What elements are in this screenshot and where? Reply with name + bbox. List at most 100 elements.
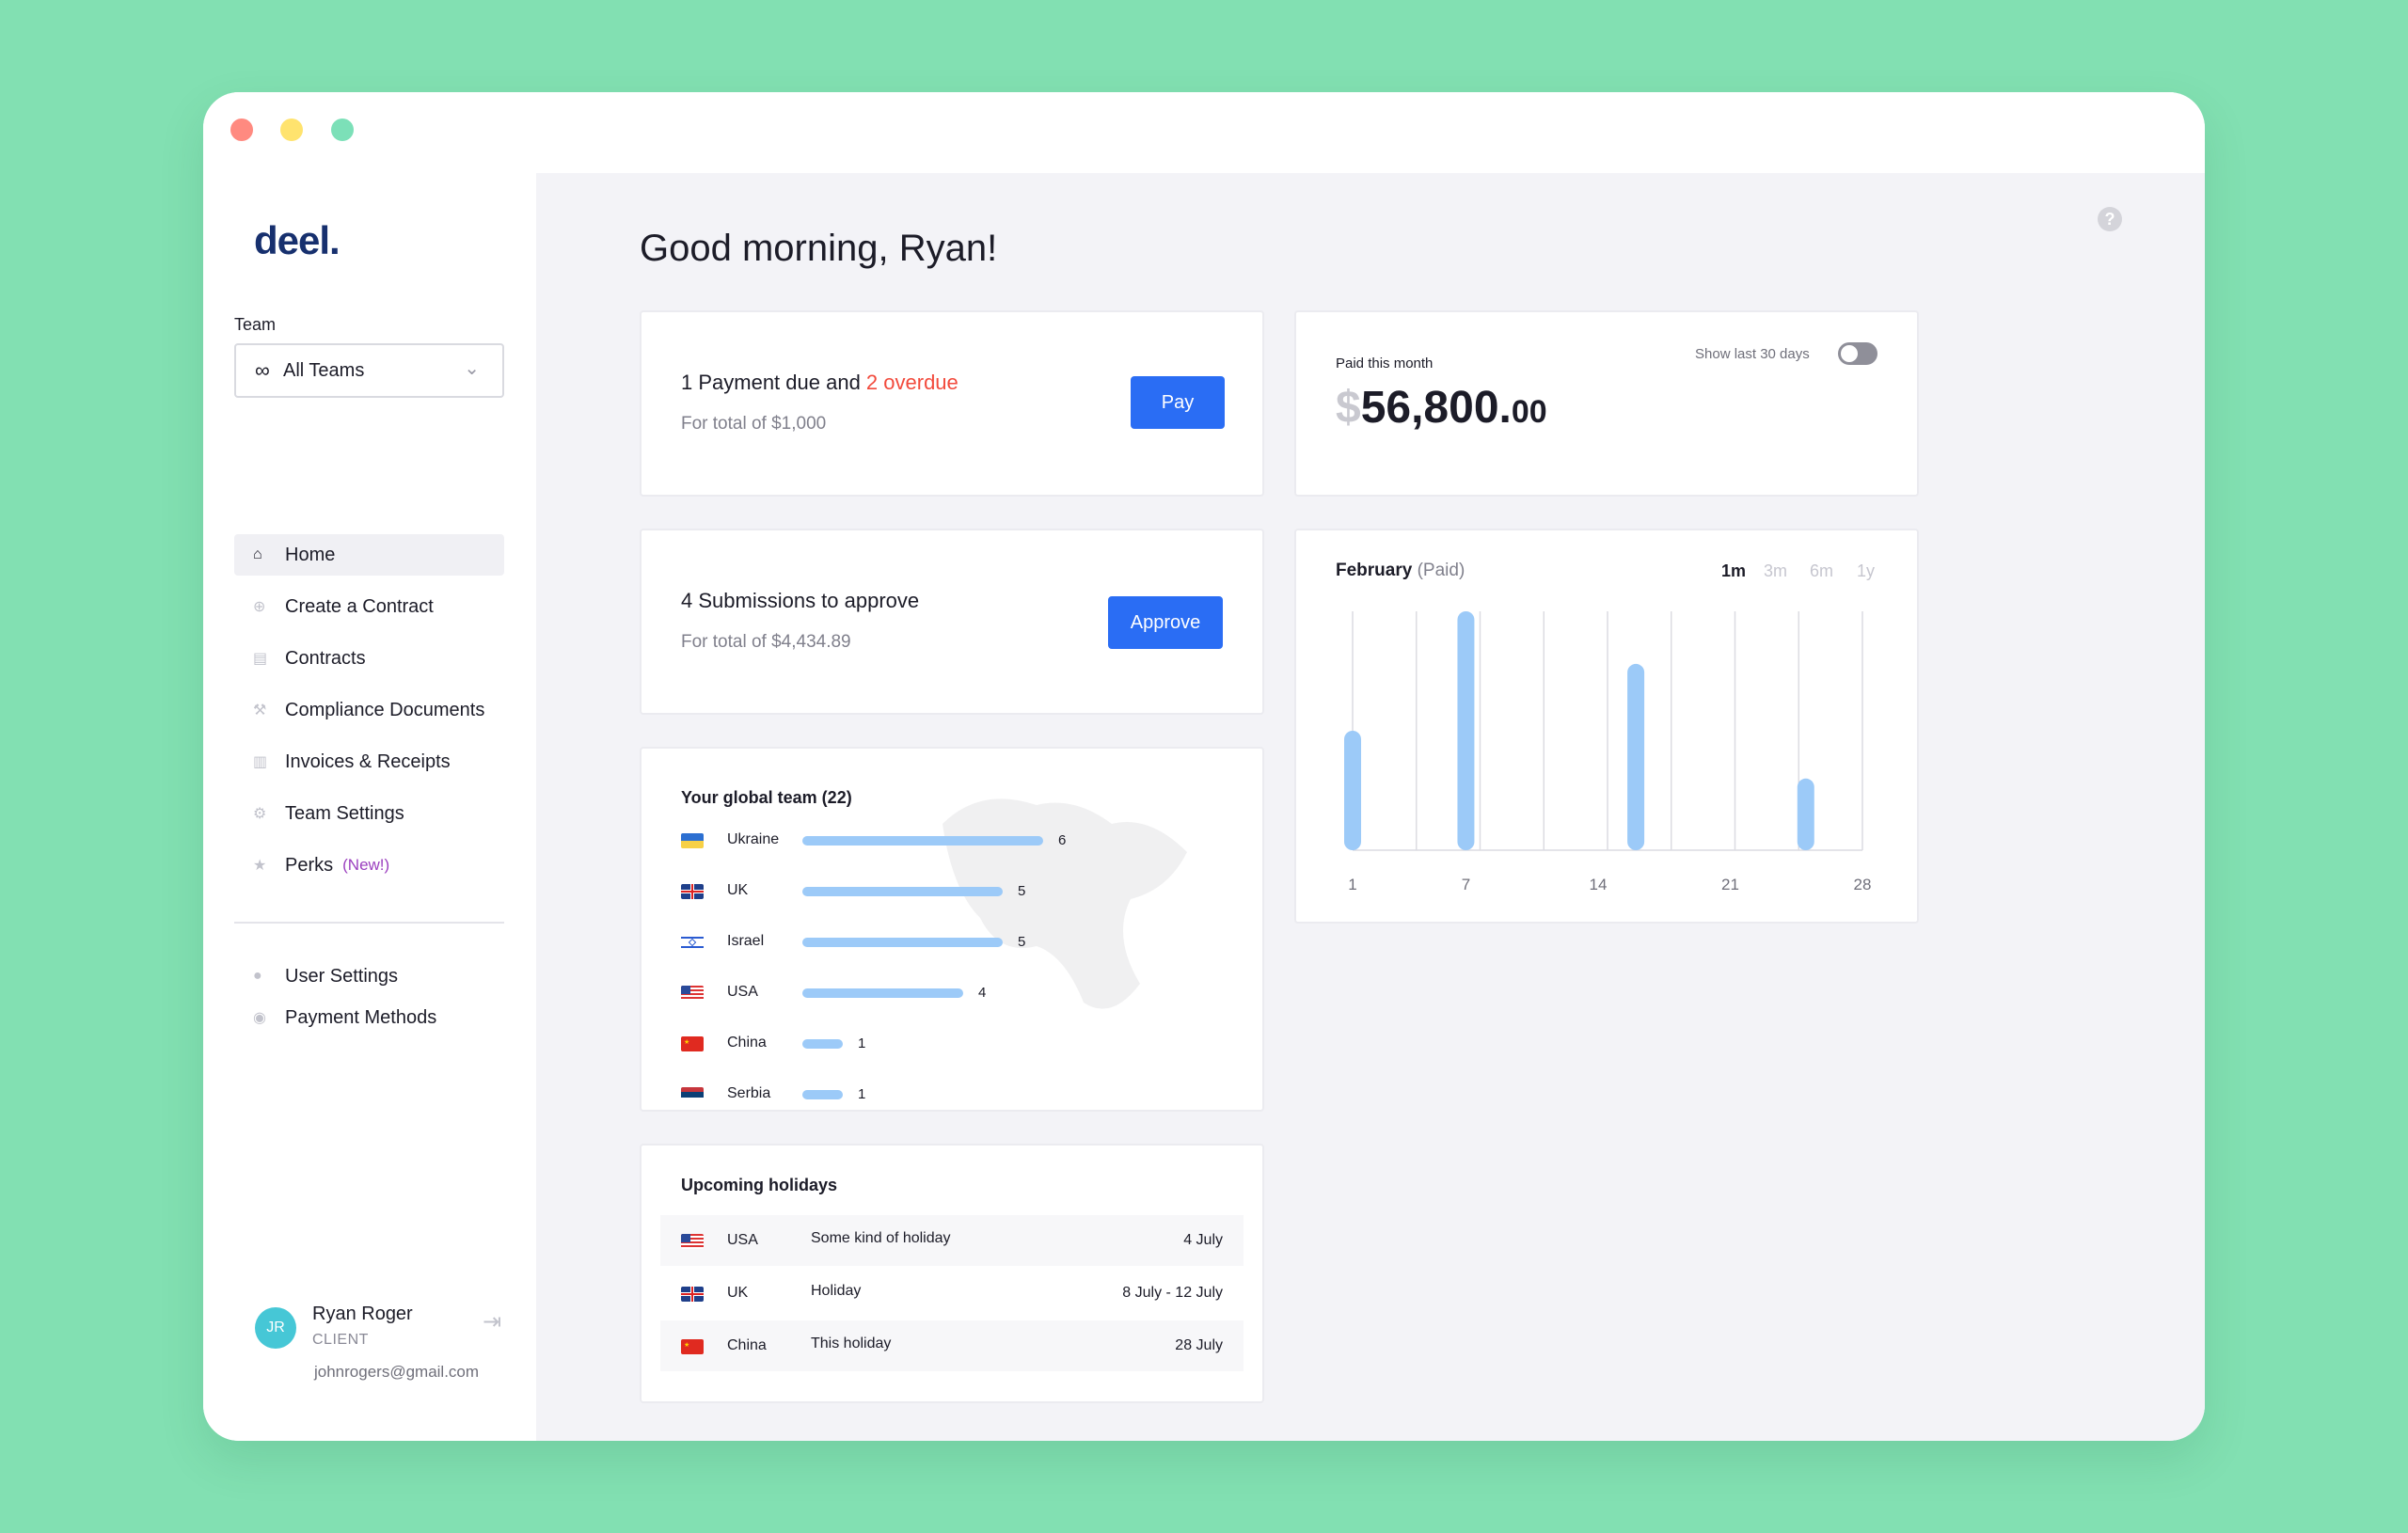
page-title: Good morning, Ryan! <box>640 228 998 269</box>
chart-x-tick: 1 <box>1348 876 1356 893</box>
avatar[interactable]: JR <box>255 1307 296 1349</box>
gear-icon: ⚙ <box>253 806 267 822</box>
hammer-icon: ⚒ <box>253 703 267 719</box>
team-row-bar <box>802 1090 843 1099</box>
team-row-bar <box>802 1039 843 1049</box>
sidebar-item-home[interactable]: ⌂ Home <box>234 534 504 576</box>
flag-icon <box>681 1087 704 1102</box>
sidebar-item-compliance-documents[interactable]: ⚒ Compliance Documents <box>234 689 504 731</box>
flag-icon <box>681 884 704 899</box>
sidebar-item-label: Team Settings <box>285 802 404 824</box>
sidebar-item-perks[interactable]: ★ Perks (New!) <box>234 845 504 886</box>
payment-due-title: 1 Payment due and 2 overdue <box>681 371 958 394</box>
deel-logo[interactable]: deel. <box>254 218 341 263</box>
sidebar-item-user-settings[interactable]: ● User Settings <box>234 956 504 997</box>
sidebar-item-label: Home <box>285 544 336 565</box>
holidays-card: Upcoming holidays USA Some kind of holid… <box>640 1144 1264 1403</box>
plus-circle-icon: ⊕ <box>253 599 266 615</box>
user-role: CLIENT <box>312 1332 369 1348</box>
show-last-30-days-toggle[interactable] <box>1838 342 1877 365</box>
approve-button[interactable]: Approve <box>1108 596 1223 649</box>
global-team-card: Your global team (22) Ukraine 6 UK 5 Isr… <box>640 747 1264 1112</box>
maximize-window-button[interactable] <box>331 119 354 141</box>
holiday-date: 4 July <box>1183 1232 1223 1248</box>
team-row-country: USA <box>727 984 758 1000</box>
holiday-country: China <box>727 1337 767 1353</box>
document-icon: ▤ <box>253 651 268 667</box>
team-row-bar <box>802 988 963 998</box>
toggle-knob <box>1841 345 1858 362</box>
infinity-icon: ∞ <box>255 358 270 382</box>
sidebar-item-label: Compliance Documents <box>285 699 485 720</box>
home-icon: ⌂ <box>253 546 262 562</box>
overdue-link: 2 overdue <box>865 371 958 394</box>
team-row-country: China <box>727 1035 767 1051</box>
flag-icon <box>681 1234 704 1249</box>
paid-this-month-card: Paid this month Show last 30 days $56,80… <box>1294 310 1919 497</box>
team-select[interactable]: ∞ All Teams ⌄ <box>234 343 504 398</box>
holiday-row[interactable]: UK Holiday 8 July - 12 July <box>660 1268 1244 1319</box>
holidays-title: Upcoming holidays <box>681 1176 838 1194</box>
team-row-bar <box>802 836 1043 846</box>
payment-due-card: 1 Payment due and 2 overdue For total of… <box>640 310 1264 497</box>
holiday-name: Holiday <box>811 1283 862 1299</box>
team-row-country: Serbia <box>727 1085 771 1101</box>
global-team-title: Your global team (22) <box>681 788 852 807</box>
holiday-country: UK <box>727 1285 749 1301</box>
team-row-bar <box>802 938 1003 947</box>
holiday-country: USA <box>727 1232 758 1248</box>
payments-chart: 1 7 14 21 28 <box>1344 611 1872 893</box>
team-row-count: 5 <box>1018 934 1026 950</box>
sidebar-item-team-settings[interactable]: ⚙ Team Settings <box>234 793 504 834</box>
flag-icon <box>681 833 704 848</box>
sidebar-divider <box>234 922 504 924</box>
sidebar-item-contracts[interactable]: ▤ Contracts <box>234 638 504 679</box>
receipt-icon: ▥ <box>253 754 268 770</box>
team-label: Team <box>234 315 277 334</box>
chart-bar[interactable] <box>1457 611 1475 850</box>
pay-button[interactable]: Pay <box>1131 376 1225 429</box>
sidebar-item-label: Create a Contract <box>285 595 434 617</box>
sidebar-item-invoices-receipts[interactable]: ▥ Invoices & Receipts <box>234 741 504 782</box>
team-row-count: 4 <box>978 985 987 1001</box>
chart-bar[interactable] <box>1344 731 1361 850</box>
sidebar-item-payment-methods[interactable]: ◉ Payment Methods <box>234 997 504 1038</box>
sidebar-item-label: User Settings <box>285 965 399 987</box>
sidebar-item-create-contract[interactable]: ⊕ Create a Contract <box>234 586 504 627</box>
holiday-date: 28 July <box>1175 1337 1223 1353</box>
chart-x-tick: 7 <box>1462 876 1470 893</box>
paid-amount: $56,800.00 <box>1336 383 1547 433</box>
submissions-subtitle: For total of $4,434.89 <box>681 632 851 652</box>
sidebar: deel. Team ∞ All Teams ⌄ ⌂ Home ⊕ Create… <box>203 182 536 1441</box>
chart-bar[interactable] <box>1627 663 1645 850</box>
chart-x-tick: 21 <box>1721 876 1739 893</box>
close-window-button[interactable] <box>230 119 253 141</box>
world-map-watermark <box>943 798 1187 1009</box>
submissions-card: 4 Submissions to approve For total of $4… <box>640 529 1264 715</box>
star-icon: ★ <box>253 858 267 874</box>
chevron-down-icon: ⌄ <box>464 358 480 379</box>
minimize-window-button[interactable] <box>280 119 303 141</box>
help-icon[interactable]: ? <box>2098 207 2122 231</box>
user-email: johnrogers@gmail.com <box>314 1363 480 1381</box>
flag-icon: ★ <box>681 1036 704 1051</box>
logout-icon[interactable]: ⇥ <box>483 1308 501 1335</box>
team-row-country: Israel <box>727 933 765 949</box>
team-select-value: All Teams <box>283 359 365 381</box>
submissions-title: 4 Submissions to approve <box>681 589 920 612</box>
holiday-row[interactable]: USA Some kind of holiday 4 July <box>660 1215 1244 1266</box>
user-name: Ryan Roger <box>312 1304 413 1324</box>
chart-bar[interactable] <box>1797 778 1814 850</box>
team-row-count: 1 <box>858 1035 866 1051</box>
holiday-row[interactable]: ★ China This holiday 28 July <box>660 1320 1244 1371</box>
flag-icon <box>681 1287 704 1302</box>
card-icon: ◉ <box>253 1010 266 1026</box>
paid-this-month-label: Paid this month <box>1336 356 1434 371</box>
team-row-count: 5 <box>1018 883 1026 899</box>
user-icon: ● <box>253 968 262 984</box>
team-row-country: Ukraine <box>727 831 780 847</box>
window-titlebar <box>203 92 2205 182</box>
sidebar-item-label: Invoices & Receipts <box>285 751 451 772</box>
main-content: Good morning, Ryan! ? 1 Payment due and … <box>536 173 2205 1441</box>
chart-x-tick: 28 <box>1854 876 1872 893</box>
